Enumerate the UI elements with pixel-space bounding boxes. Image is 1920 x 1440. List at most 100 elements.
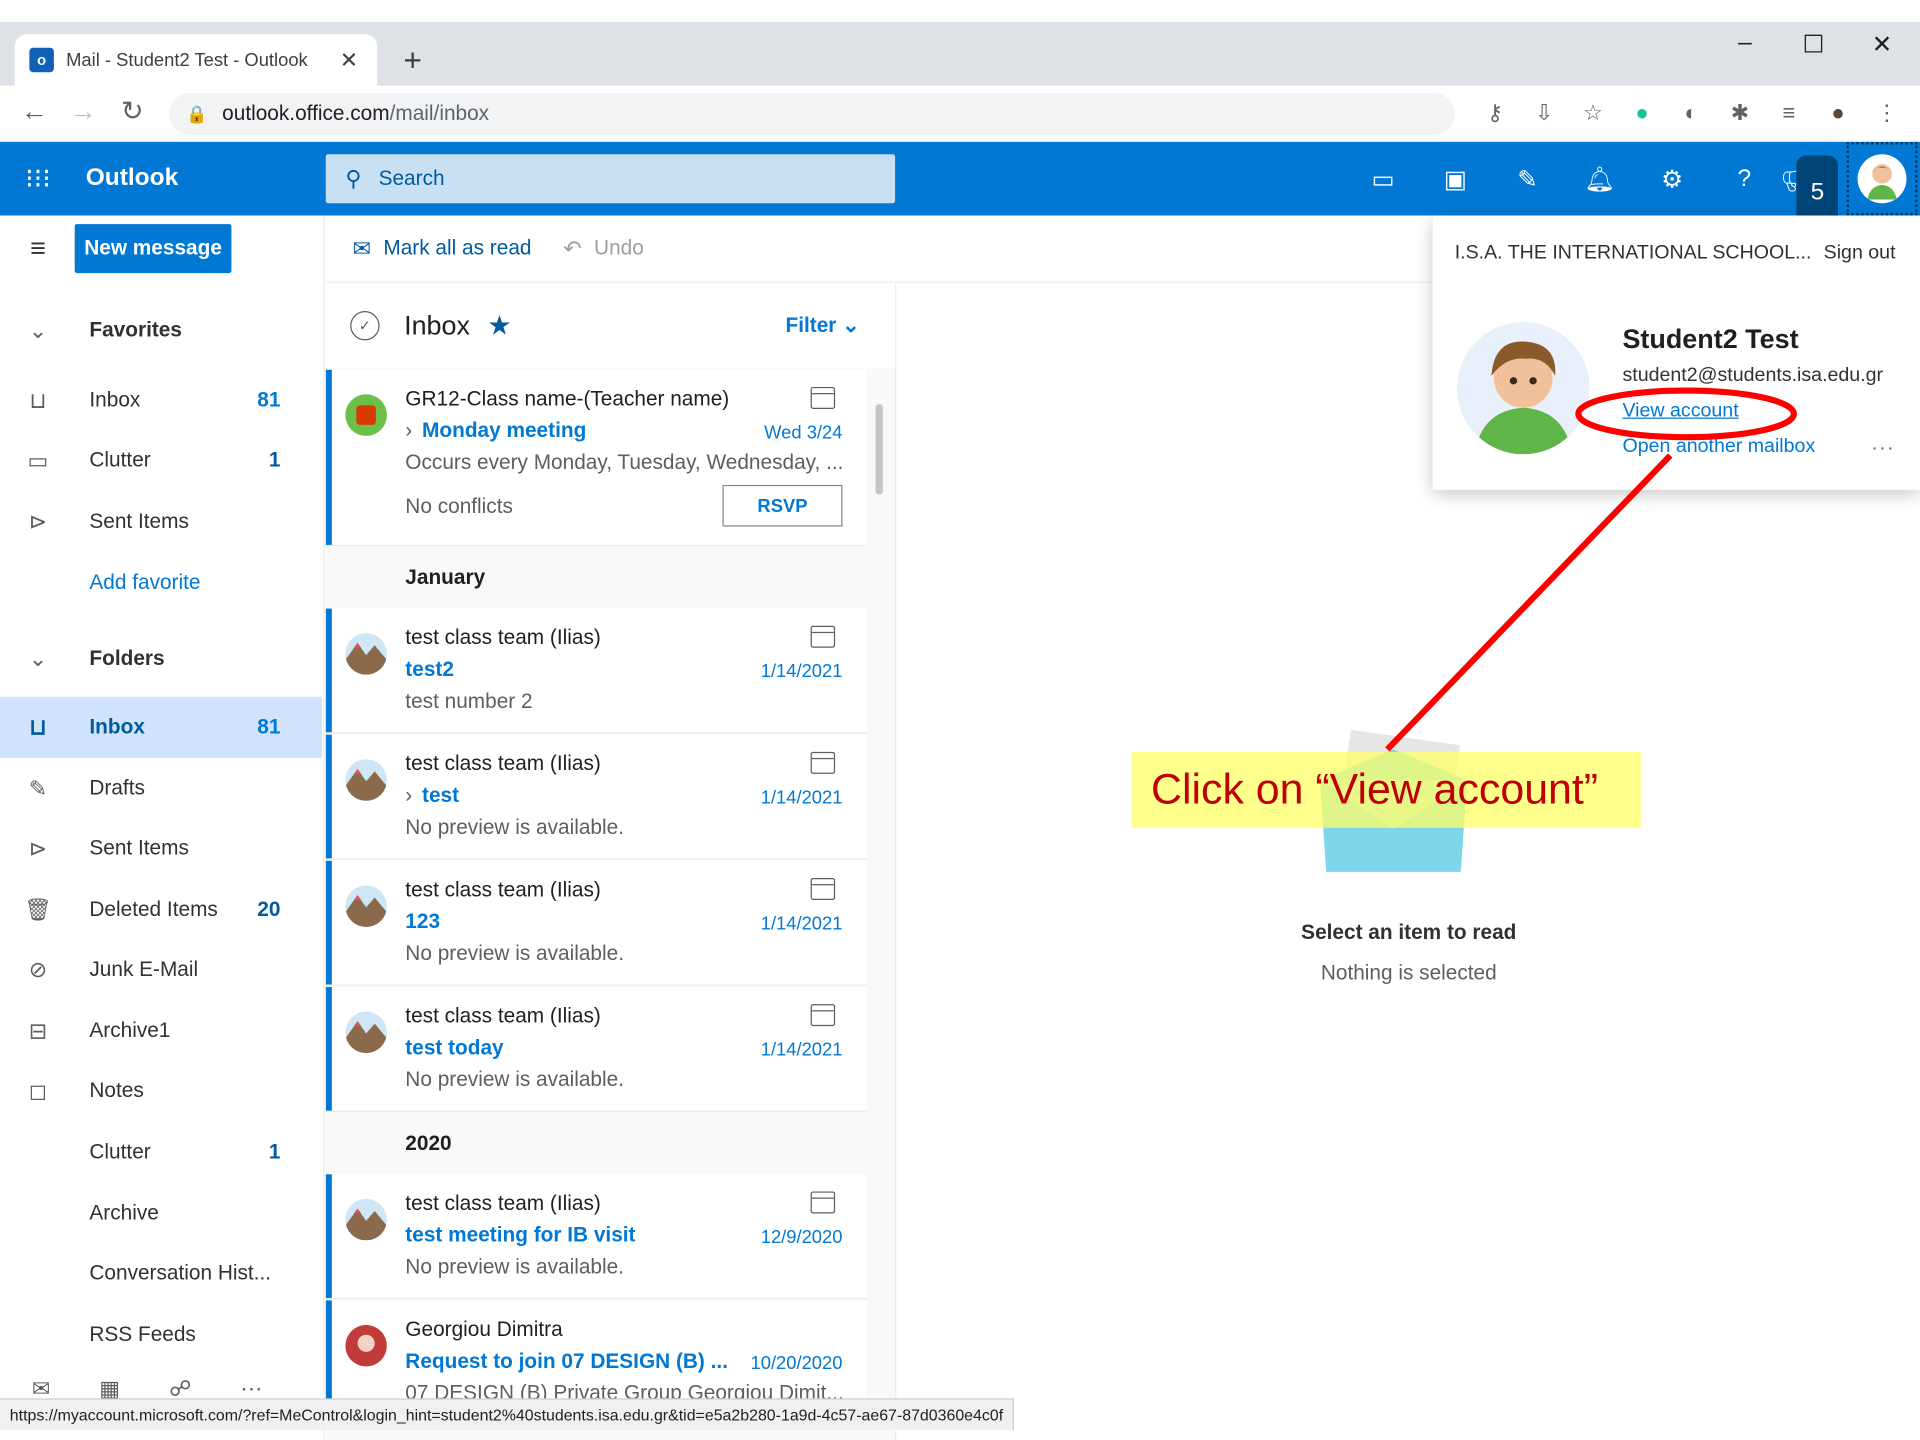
inbox-icon: ⊔ [29,714,47,739]
favorites-header[interactable]: ⌄ Favorites [0,300,322,361]
folder-icon: ▭ [27,447,49,473]
list-item[interactable]: test class team (Ilias) › test 1/14/2021 … [325,734,867,860]
browser-toolbar: ← → ↻ 🔒 outlook.office.com/mail/inbox ⚷ … [0,85,1920,143]
install-icon[interactable]: ⇩ [1528,97,1560,129]
team-avatar-icon [345,1198,387,1241]
folder-item-archive[interactable]: Archive [0,1183,322,1244]
grammarly-icon[interactable]: ● [1626,97,1658,129]
archive-icon: ⊟ [28,1018,48,1043]
office-icon[interactable]: ▣ [1419,142,1491,215]
block-icon: ⊘ [28,956,48,982]
folder-item-sent[interactable]: ⊳ Sent Items [0,818,322,879]
extension-icons: ⚷ ⇩ ☆ ● ◐ ✱ ≡ ● ⋮ [1479,97,1903,129]
undo-button[interactable]: ↶ Undo [563,236,643,262]
avatar [345,394,387,436]
tab-close-icon[interactable]: ✕ [336,47,363,73]
calendar-icon [810,751,836,774]
reload-icon[interactable]: ↻ [115,96,149,128]
folders-header[interactable]: ⌄ Folders [0,628,322,689]
select-all-checkbox[interactable]: ✓ [350,311,380,341]
url-text: outlook.office.com/mail/inbox [222,101,490,125]
folder-item-conversation-history[interactable]: Conversation Hist... [0,1243,322,1304]
maximize-button[interactable]: ☐ [1795,29,1832,60]
calendar-icon [810,386,836,409]
undo-icon: ↶ [563,235,582,261]
new-message-button[interactable]: New message [74,224,232,274]
folder-item-deleted[interactable]: 🗑︎ Deleted Items 20 [0,879,322,940]
hamburger-icon[interactable]: ≡ [20,233,57,265]
folder-item-inbox[interactable]: ⊔ Inbox 81 [0,696,323,758]
avatar [1857,154,1907,204]
profile-icon[interactable]: ● [1822,97,1854,129]
chevron-right-icon: › [405,418,413,443]
lock-icon: 🔒 [186,103,208,124]
new-tab-button[interactable]: + [394,42,431,80]
group-header-january: January [325,547,867,609]
teams-chat-icon[interactable]: ▭ [1347,142,1419,215]
fav-item-inbox[interactable]: ⊔ Inbox 81 [0,370,322,431]
list-item[interactable]: test class team (Ilias) 123 1/14/2021 No… [325,860,867,986]
puzzle-icon[interactable]: ✱ [1724,97,1756,129]
browser-tab[interactable]: o Mail - Student2 Test - Outlook ✕ [14,34,378,86]
account-button[interactable] [1846,142,1918,216]
add-favorite-link[interactable]: Add favorite [0,552,322,613]
search-input[interactable]: ⚲ Search [325,154,896,204]
megaphone-icon[interactable]: 📢︎5 [1780,142,1852,229]
tab-title: Mail - Student2 Test - Outlook [66,49,308,71]
bell-icon[interactable]: 🔔︎ [1564,142,1636,215]
help-icon[interactable]: ? [1708,142,1780,215]
calendar-icon [810,1191,836,1214]
folder-item-drafts[interactable]: ✎ Drafts [0,758,322,819]
mark-all-read-button[interactable]: ✉ Mark all as read [353,236,532,262]
outlook-favicon-icon: o [29,47,54,73]
menu-dots-icon[interactable]: ⋮ [1871,97,1903,129]
app-launcher-icon[interactable]: ⁝⁝⁝ [17,159,59,198]
account-name: Student2 Test [1622,323,1799,354]
outlook-header: ⁝⁝⁝ Outlook ⚲ Search ▭ ▣ ✎ 🔔︎ ⚙ ? 📢︎5 [0,142,1920,229]
chevron-down-icon: ⌄ [28,645,48,671]
folder-item-junk[interactable]: ⊘ Junk E-Mail [0,939,322,1000]
account-email: student2@students.isa.edu.gr [1622,364,1884,386]
list-item[interactable]: test class team (Ilias) test2 1/14/2021 … [325,608,867,734]
fav-item-clutter[interactable]: ▭ Clutter 1 [0,430,322,491]
settings-icon[interactable]: ⚙ [1636,142,1708,215]
chevron-down-icon: ⌄ [28,317,48,343]
rsvp-button[interactable]: RSVP [722,484,843,527]
key-icon[interactable]: ⚷ [1479,97,1511,129]
inbox-icon: ⊔ [29,387,47,413]
trash-icon: 🗑︎ [23,896,52,922]
todo-icon[interactable]: ✎ [1491,142,1563,215]
team-avatar-icon [345,759,387,801]
fav-item-sent[interactable]: ⊳ Sent Items [0,491,322,552]
extension-circle-icon[interactable]: ◐ [1675,97,1707,129]
open-another-mailbox-link[interactable]: Open another mailbox [1622,436,1815,458]
list-item[interactable]: test class team (Ilias) test meeting for… [325,1174,867,1300]
group-header-2020: 2020 [325,1113,867,1175]
view-account-link[interactable]: View account [1622,400,1738,422]
outlook-brand[interactable]: Outlook [86,164,179,192]
folder-item-clutter[interactable]: Clutter 1 [0,1122,322,1183]
star-icon[interactable]: ☆ [1577,97,1609,129]
reading-list-icon[interactable]: ≡ [1773,97,1805,129]
send-icon: ⊳ [28,835,48,861]
send-icon: ⊳ [28,508,48,534]
header-icons: ▭ ▣ ✎ 🔔︎ ⚙ ? 📢︎5 [1347,142,1853,229]
pinned-meeting-item[interactable]: GR12-Class name-(Teacher name) › Monday m… [325,369,867,547]
left-navigation: ≡ New message ⌄ Favorites ⊔ Inbox 81 ▭ C… [0,215,325,1440]
folder-item-rss[interactable]: RSS Feeds [0,1304,322,1365]
forward-icon[interactable]: → [66,96,100,128]
back-icon[interactable]: ← [17,96,51,128]
window-close-button[interactable]: ✕ [1864,29,1901,60]
scrollbar[interactable] [874,372,884,495]
filter-button[interactable]: Filter ⌄ [785,313,859,337]
favorite-star-icon[interactable]: ★ [487,310,511,342]
browser-tabbar: o Mail - Student2 Test - Outlook ✕ + – ☐… [0,22,1920,86]
folder-item-notes[interactable]: ◻ Notes [0,1060,322,1121]
list-item[interactable]: test class team (Ilias) test today 1/14/… [325,986,867,1112]
folder-item-archive1[interactable]: ⊟ Archive1 [0,1000,322,1061]
address-bar[interactable]: 🔒 outlook.office.com/mail/inbox [168,93,1455,135]
command-bar: ✉ Mark all as read ↶ Undo [325,216,1433,283]
sign-out-link[interactable]: Sign out [1824,242,1896,264]
more-options-icon[interactable]: ... [1872,433,1896,455]
minimize-button[interactable]: – [1727,29,1764,57]
